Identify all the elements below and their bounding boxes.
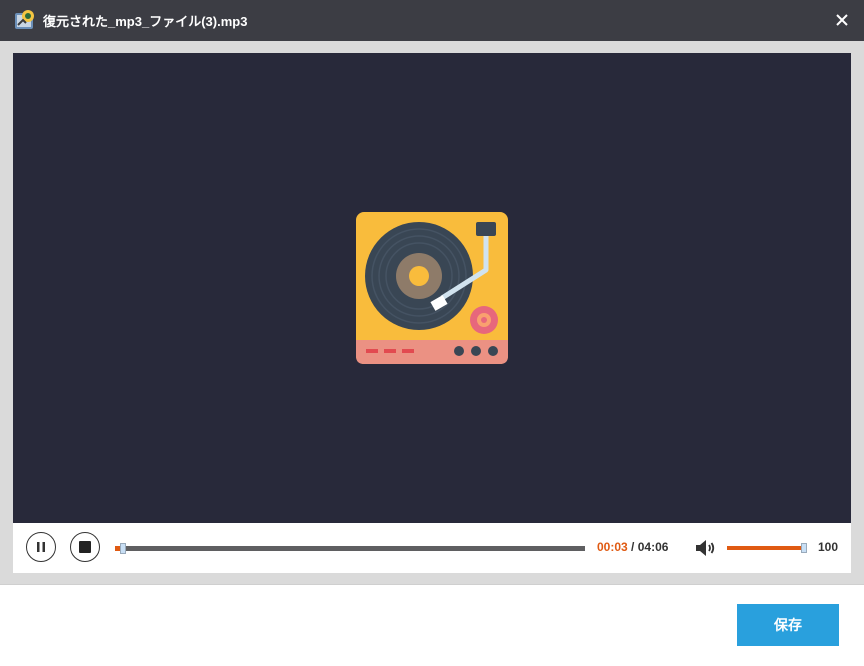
volume-value: 100: [818, 540, 839, 554]
pause-button[interactable]: [26, 532, 56, 562]
current-time: 00:03: [597, 540, 628, 554]
save-button[interactable]: 保存: [737, 604, 839, 646]
time-display: 00:03 / 04:06: [597, 540, 668, 554]
speaker-icon: [696, 540, 715, 556]
recovery-app-icon: [14, 9, 36, 31]
dialog-footer: [0, 584, 864, 666]
playback-controls: 00:03 / 04:06 100: [13, 523, 851, 573]
volume-slider[interactable]: [727, 543, 807, 553]
pause-icon: [37, 542, 45, 552]
title-bar: 復元された_mp3_ファイル(3).mp3: [0, 0, 864, 41]
seek-bar[interactable]: [115, 543, 585, 554]
seek-handle[interactable]: [120, 543, 126, 554]
volume-handle[interactable]: [801, 543, 807, 553]
volume-level: [727, 546, 807, 550]
window-title: 復元された_mp3_ファイル(3).mp3: [43, 14, 248, 29]
volume-button[interactable]: [694, 537, 716, 559]
turntable-icon: [356, 212, 508, 364]
close-button[interactable]: [830, 8, 854, 32]
stop-button[interactable]: [70, 532, 100, 562]
close-icon: [836, 14, 848, 26]
total-time: 04:06: [637, 540, 669, 554]
stop-icon: [79, 541, 91, 553]
time-separator: /: [631, 540, 635, 554]
